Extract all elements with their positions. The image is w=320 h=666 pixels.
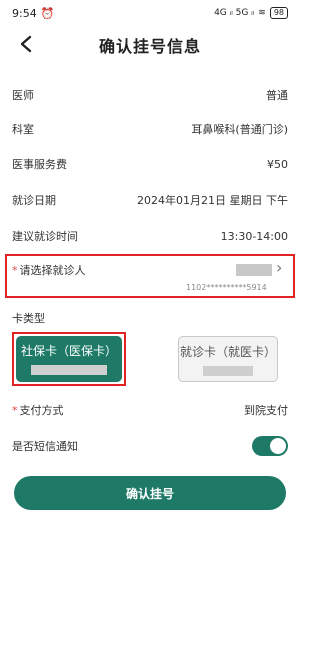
status-right: 4G ᵢₗ 5G ᵢₗ ≋ 98 (214, 7, 288, 19)
payment-label-text: 支付方式 (19, 404, 64, 417)
patient-label: * 请选择就诊人 (12, 262, 86, 278)
payment-label: * 支付方式 (12, 402, 64, 418)
payment-value: 到院支付 (244, 404, 288, 417)
card-option-visit-card[interactable]: 就诊卡（就医卡） (178, 336, 278, 382)
nav-bar: 确认挂号信息 (0, 26, 300, 64)
signal-icon: 4G ᵢₗ 5G ᵢₗ (214, 8, 255, 18)
required-mark: * (12, 404, 18, 417)
payment-row: * 支付方式 到院支付 (12, 398, 288, 422)
patient-label-text: 请选择就诊人 (19, 264, 86, 277)
page-title: 确认挂号信息 (98, 37, 201, 56)
date-label: 就诊日期 (12, 194, 56, 207)
fee-value: ¥50 (267, 157, 288, 171)
wifi-icon: ≋ (258, 8, 266, 18)
patient-name-redacted (236, 264, 272, 276)
alarm-icon: ⏰ (40, 6, 55, 20)
patient-id-number: 1102**********5914 (186, 283, 267, 292)
card-option-visit-card-label: 就诊卡（就医卡） (179, 345, 276, 359)
fee-label: 医事服务费 (12, 158, 67, 171)
department-row: 科室 耳鼻喉科(普通门诊) (12, 117, 288, 141)
confirm-button[interactable]: 确认挂号 (14, 476, 286, 510)
status-time: 9:54 (12, 6, 37, 20)
sms-row: 是否短信通知 (12, 434, 212, 458)
card-number-redacted (203, 366, 253, 376)
time-value: 13:30-14:00 (220, 229, 288, 243)
sms-toggle[interactable] (252, 436, 288, 456)
doctor-value: 普通 (266, 89, 288, 102)
card-option-social-security[interactable]: 社保卡（医保卡） (16, 336, 122, 382)
toggle-knob (270, 438, 286, 454)
required-mark: * (12, 264, 18, 277)
department-value: 耳鼻喉科(普通门诊) (191, 123, 288, 136)
doctor-label: 医师 (12, 89, 34, 102)
status-bar: 9:54 ⏰ 4G ᵢₗ 5G ᵢₗ ≋ 98 (0, 0, 300, 26)
battery-icon: 98 (269, 7, 288, 19)
department-label: 科室 (12, 123, 34, 136)
status-left: 9:54 ⏰ (12, 7, 54, 20)
chevron-right-icon[interactable]: › (276, 258, 282, 277)
back-chevron-icon[interactable] (12, 30, 40, 58)
fee-row: 医事服务费 ¥50 (12, 152, 288, 176)
doctor-row: 医师 普通 (12, 83, 288, 107)
card-type-label: 卡类型 (12, 312, 45, 325)
date-row: 就诊日期 2024年01月21日 星期日 下午 (12, 188, 288, 212)
card-option-social-security-label: 社保卡（医保卡） (20, 344, 117, 358)
time-label: 建议就诊时间 (12, 230, 78, 243)
card-number-redacted (31, 365, 107, 375)
sms-label: 是否短信通知 (12, 440, 78, 453)
time-row: 建议就诊时间 13:30-14:00 (12, 224, 288, 248)
date-value: 2024年01月21日 星期日 下午 (137, 194, 288, 207)
